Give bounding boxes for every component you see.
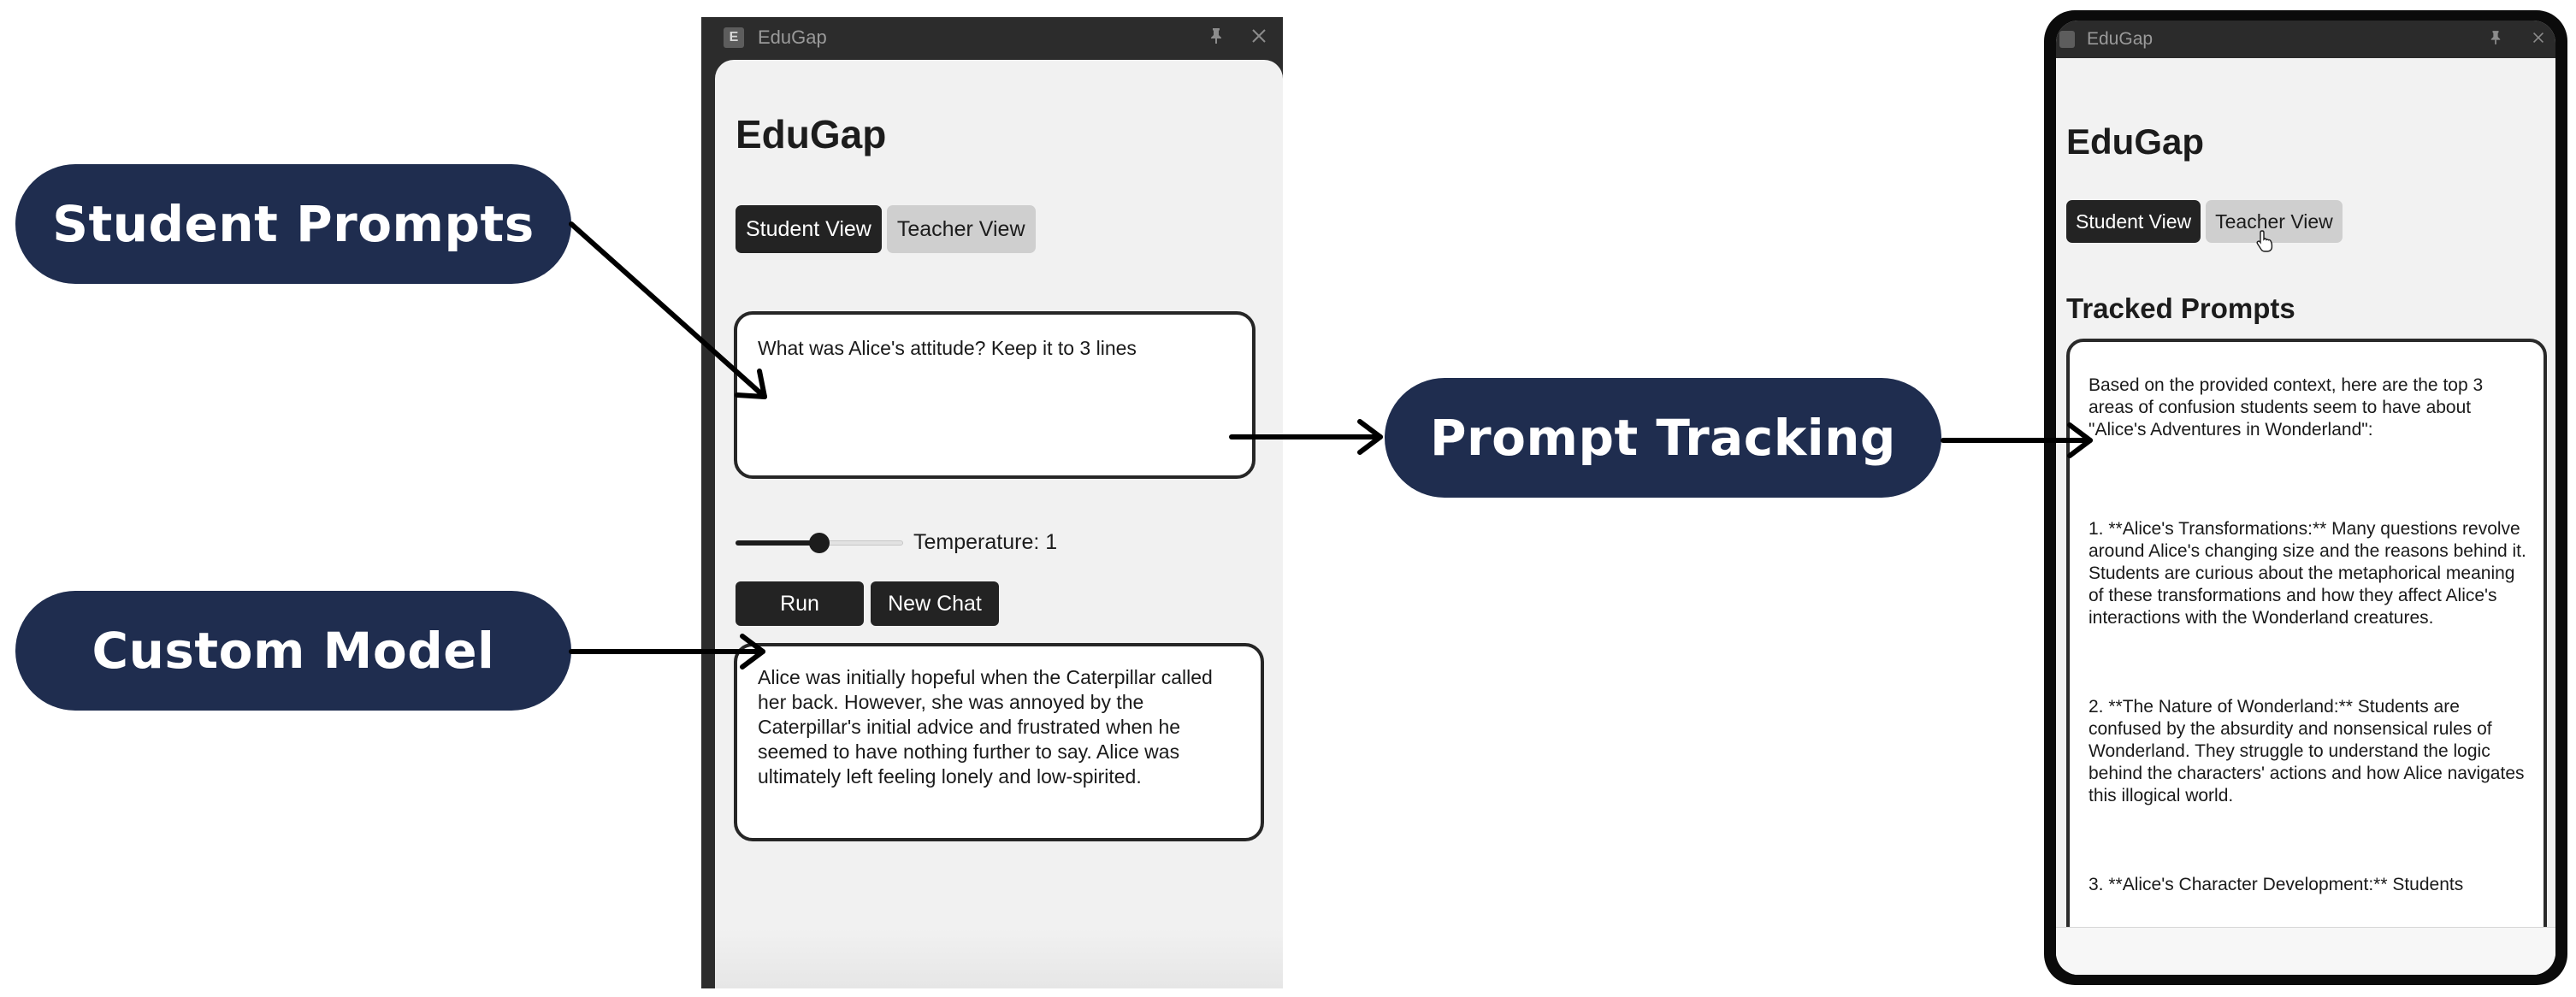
prompt-input[interactable]: What was Alice's attitude? Keep it to 3 … bbox=[734, 311, 1256, 479]
slider-thumb[interactable] bbox=[809, 532, 830, 553]
desktop-app-window: E EduGap EduGap Student View Teacher Vie… bbox=[701, 17, 1283, 988]
phone-app-title: EduGap bbox=[2066, 121, 2205, 162]
callout-prompt-tracking: Prompt Tracking bbox=[1385, 378, 1941, 498]
phone-app-panel: EduGap Student View Teacher View Tracked… bbox=[2056, 58, 2555, 975]
phone-frame: EduGap EduGap Student View Teacher View … bbox=[2044, 10, 2567, 985]
window-title: EduGap bbox=[758, 27, 827, 48]
temperature-slider[interactable] bbox=[736, 532, 903, 553]
close-icon[interactable] bbox=[1247, 24, 1271, 48]
temperature-label: Temperature: 1 bbox=[913, 530, 1058, 554]
tracked-prompts-heading: Tracked Prompts bbox=[2066, 292, 2295, 324]
phone-window-title: EduGap bbox=[2087, 29, 2154, 49]
prompt-text: What was Alice's attitude? Keep it to 3 … bbox=[758, 337, 1137, 359]
tracked-intro: Based on the provided context, here are … bbox=[2089, 375, 2484, 440]
tab-teacher-view[interactable]: Teacher View bbox=[886, 205, 1036, 253]
tracked-prompts-box: Based on the provided context, here are … bbox=[2066, 339, 2547, 975]
phone-view-tabs: Student View Teacher View bbox=[2066, 200, 2343, 243]
phone-screen: EduGap EduGap Student View Teacher View … bbox=[2056, 21, 2555, 975]
phone-tab-student-view[interactable]: Student View bbox=[2066, 200, 2201, 243]
output-text: Alice was initially hopeful when the Cat… bbox=[758, 666, 1213, 788]
run-button[interactable]: Run bbox=[736, 581, 864, 626]
phone-bottom-bar bbox=[2056, 927, 2555, 975]
tracked-item: 3. **Alice's Character Development:** St… bbox=[2089, 875, 2464, 894]
close-icon[interactable] bbox=[2526, 26, 2550, 50]
window-titlebar: E EduGap bbox=[701, 17, 1283, 58]
tracked-item: 1. **Alice's Transformations:** Many que… bbox=[2089, 519, 2526, 628]
tab-student-view[interactable]: Student View bbox=[736, 205, 882, 253]
hand-cursor-icon bbox=[2256, 230, 2273, 252]
app-panel: EduGap Student View Teacher View What wa… bbox=[715, 60, 1283, 988]
new-chat-button[interactable]: New Chat bbox=[871, 581, 999, 626]
slider-fill bbox=[736, 540, 819, 546]
app-badge-icon: E bbox=[724, 27, 744, 48]
phone-titlebar: EduGap bbox=[2056, 21, 2555, 58]
action-buttons: Run New Chat bbox=[736, 581, 999, 626]
pin-icon[interactable] bbox=[1204, 24, 1228, 48]
view-tabs: Student View Teacher View bbox=[736, 205, 1036, 253]
pin-icon[interactable] bbox=[2484, 26, 2508, 50]
panel-bottom-fade bbox=[715, 929, 1283, 988]
temperature-control: Temperature: 1 bbox=[736, 530, 1057, 555]
callout-student-prompts: Student Prompts bbox=[15, 164, 571, 284]
callout-custom-model: Custom Model bbox=[15, 591, 571, 711]
model-output: Alice was initially hopeful when the Cat… bbox=[734, 643, 1264, 841]
app-title: EduGap bbox=[736, 112, 887, 156]
arrow-window-to-tracking-head bbox=[1357, 419, 1383, 455]
app-badge-icon bbox=[2059, 31, 2075, 48]
tracked-item: 2. **The Nature of Wonderland:** Student… bbox=[2089, 697, 2525, 805]
